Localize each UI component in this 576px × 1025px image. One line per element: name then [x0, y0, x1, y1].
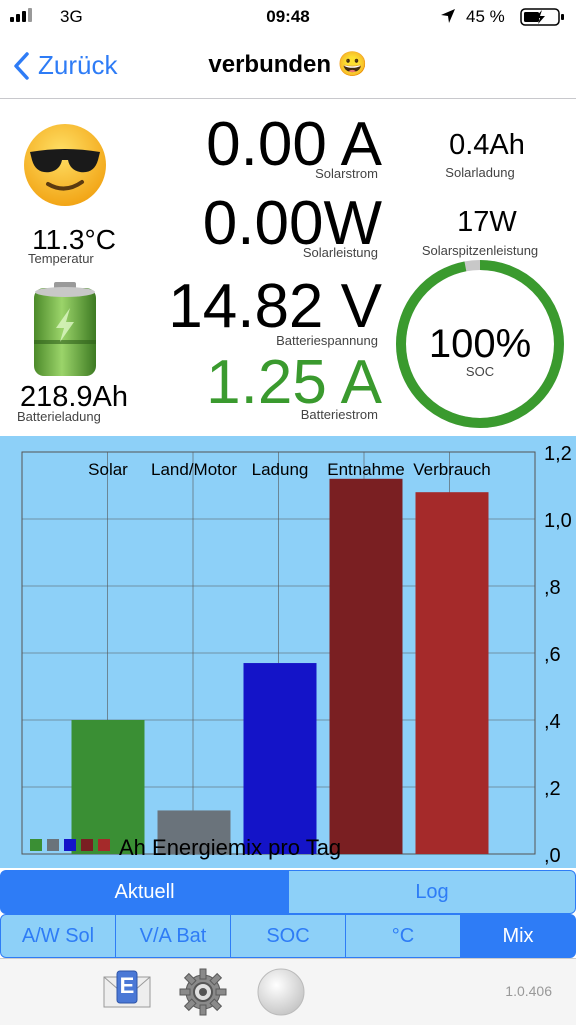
tab-soc-label: SOC — [266, 924, 310, 947]
legend-swatch — [64, 839, 76, 851]
bar-entnahme — [329, 478, 403, 854]
category-label: Solar — [88, 460, 128, 479]
back-button[interactable]: Zurück — [12, 50, 117, 81]
y-tick-label: 1,2 — [544, 443, 572, 465]
tab-mix-label: Mix — [502, 924, 534, 947]
category-label: Land/Motor — [151, 460, 237, 479]
mode-tabs: A/W Sol V/A Bat SOC °C Mix — [0, 914, 576, 958]
mail-export-button[interactable]: E — [102, 969, 152, 1017]
mail-letter: E — [119, 973, 135, 998]
connection-status-button[interactable] — [256, 967, 306, 1022]
y-tick-label: ,8 — [544, 577, 561, 599]
tab-log[interactable]: Log — [288, 870, 576, 914]
sunglasses-emoji-icon — [22, 122, 108, 213]
tab-aktuell[interactable]: Aktuell — [0, 870, 289, 914]
soc-value: 100% — [428, 322, 532, 366]
legend-swatch — [30, 839, 42, 851]
tab-log-label: Log — [415, 880, 449, 903]
tab-aw-sol[interactable]: A/W Sol — [0, 914, 116, 958]
bar-verbrauch — [415, 492, 489, 854]
battery-current-label: Batteriestrom — [300, 407, 378, 422]
status-light-icon — [257, 968, 305, 1016]
y-tick-label: ,4 — [544, 711, 561, 733]
tab-aw-sol-label: A/W Sol — [21, 924, 95, 947]
soc-gauge: 100% SOC — [392, 256, 568, 432]
tab-va-bat-label: V/A Bat — [139, 924, 207, 947]
category-label: Verbrauch — [413, 460, 491, 479]
tab-aktuell-label: Aktuell — [114, 880, 175, 903]
tab-soc[interactable]: SOC — [230, 914, 346, 958]
soc-label: SOC — [465, 364, 495, 379]
y-tick-label: ,6 — [544, 644, 561, 666]
temperature-label: Temperatur — [28, 251, 94, 266]
solar-peak-value: 17W — [457, 206, 517, 238]
battery-percent: 45 % — [466, 7, 505, 26]
battery-voltage-label: Batteriespannung — [276, 333, 378, 348]
energy-mix-chart: ,0 ,2 ,4 ,6 ,8 1,0 1,2 Solar Land/Motor Ladung Ent… — [0, 436, 576, 868]
solar-charge-value: 0.4Ah — [449, 129, 525, 161]
battery-icon — [30, 280, 100, 385]
category-label: Ladung — [252, 460, 309, 479]
tab-temperature[interactable]: °C — [345, 914, 461, 958]
battery-charging-icon — [520, 8, 568, 31]
bar-solar — [71, 720, 145, 854]
category-label: Entnahme — [327, 460, 405, 479]
chevron-left-icon — [14, 51, 29, 80]
bar-ladung — [243, 663, 317, 854]
y-tick-label: 1,0 — [544, 510, 572, 532]
battery-current-value: 1.25 A — [206, 348, 382, 417]
legend-swatch — [98, 839, 110, 851]
solar-current-label: Solarstrom — [315, 166, 378, 181]
tab-mix[interactable]: Mix — [460, 914, 576, 958]
nav-bar: verbunden 😀 Zurück — [0, 34, 576, 99]
y-tick-label: ,2 — [544, 778, 561, 800]
back-label: Zurück — [38, 50, 118, 80]
app-version: 1.0.406 — [505, 983, 552, 999]
y-tick-label: ,0 — [544, 845, 561, 867]
legend-swatch — [47, 839, 59, 851]
view-tabs: Aktuell Log — [0, 870, 576, 914]
gear-icon — [179, 968, 227, 1016]
solar-charge-label: Solarladung — [445, 165, 515, 180]
legend-label: Ah Energiemix pro Tag — [119, 835, 341, 860]
tab-va-bat[interactable]: V/A Bat — [115, 914, 231, 958]
tab-temperature-label: °C — [391, 924, 415, 947]
solar-power-label: Solarleistung — [302, 245, 378, 260]
settings-button[interactable] — [178, 967, 228, 1022]
location-arrow-icon — [440, 8, 456, 29]
battery-charge-label: Batterieladung — [17, 409, 101, 424]
battery-voltage-value: 14.82 V — [168, 272, 382, 341]
bottom-toolbar: E 1.0.406 — [0, 958, 576, 1025]
status-bar: 3G 09:48 45 % — [0, 0, 576, 34]
legend-swatch — [81, 839, 93, 851]
